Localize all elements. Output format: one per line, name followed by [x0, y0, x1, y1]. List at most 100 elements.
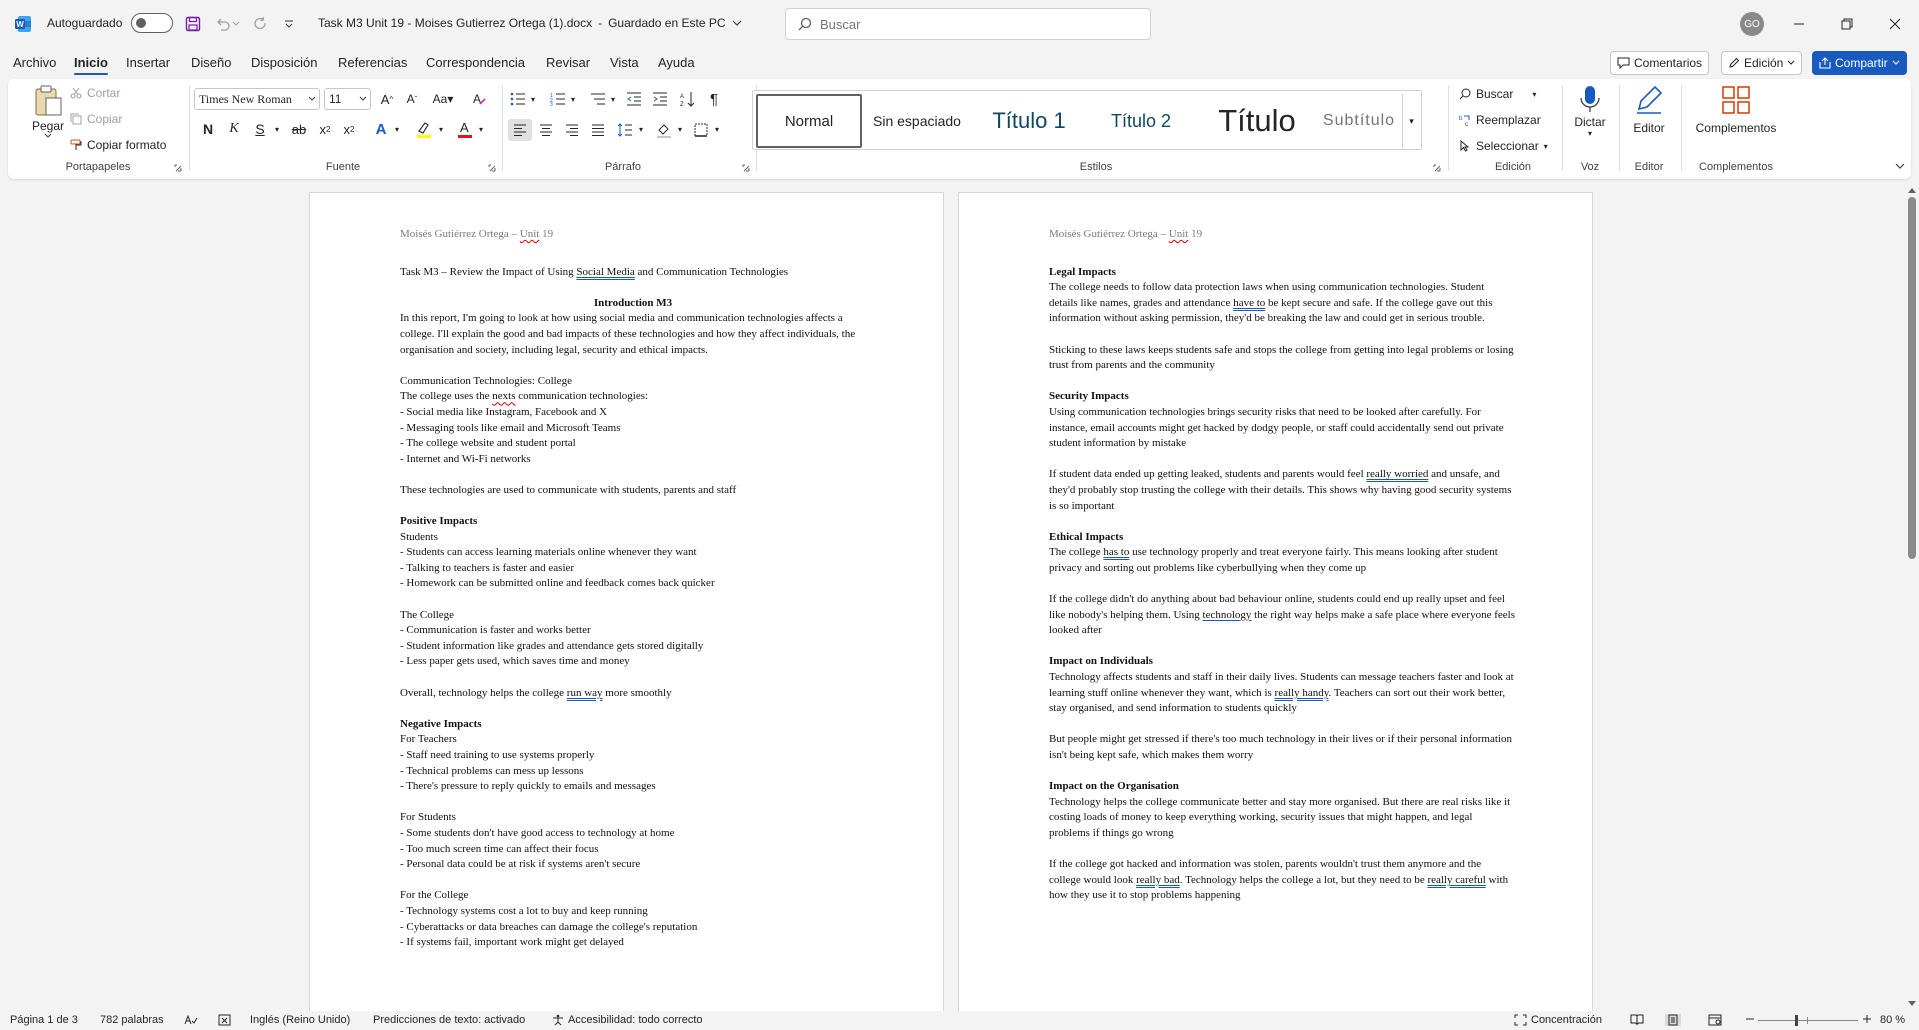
find-button[interactable]: Buscar ▾ [1459, 87, 1536, 101]
document-title[interactable]: Task M3 Unit 19 - Moises Gutierrez Orteg… [318, 16, 742, 30]
line-spacing-dropdown-icon[interactable]: ▾ [636, 119, 646, 139]
change-case-button[interactable]: Aa ▾ [429, 89, 457, 109]
search-input[interactable] [820, 16, 1120, 32]
strikethrough-icon[interactable]: ab [288, 119, 310, 139]
addins-button[interactable]: Complementos [1688, 85, 1784, 135]
line-spacing-icon[interactable] [614, 119, 636, 141]
shrink-font-icon[interactable]: Aˇ [401, 89, 423, 109]
customize-toolbar-icon[interactable] [278, 13, 300, 35]
focus-mode-button[interactable]: Concentración [1514, 1014, 1602, 1026]
replace-button[interactable]: bc Reemplazar [1459, 113, 1541, 127]
dialog-launcher-icon[interactable] [487, 163, 497, 173]
vertical-scrollbar[interactable] [1904, 183, 1919, 1011]
subscript-icon[interactable]: x2 [314, 119, 336, 139]
dialog-launcher-icon[interactable] [1432, 163, 1442, 173]
borders-dropdown-icon[interactable]: ▾ [712, 119, 722, 139]
document-page-1[interactable]: Moisés Gutiérrez Ortega – Unit 19 Task M… [309, 192, 944, 1011]
text-effects-dropdown-icon[interactable]: ▾ [392, 119, 402, 139]
zoom-out-icon[interactable] [1745, 1014, 1755, 1024]
cut-button[interactable]: Cortar [70, 86, 120, 100]
borders-icon[interactable] [690, 119, 712, 141]
decrease-indent-icon[interactable] [624, 89, 644, 109]
font-size-select[interactable]: 11 [324, 88, 371, 110]
collapse-ribbon-icon[interactable] [1893, 159, 1907, 173]
language-indicator[interactable]: Inglés (Reino Unido) [250, 1014, 350, 1026]
comments-button[interactable]: Comentarios [1610, 51, 1710, 75]
editing-mode-button[interactable]: Edición [1721, 51, 1803, 75]
save-icon[interactable] [182, 13, 204, 35]
style-subtitle[interactable]: Subtítulo [1317, 94, 1401, 148]
font-color-icon[interactable]: A [454, 119, 476, 139]
align-right-icon[interactable] [560, 119, 584, 141]
paste-button[interactable]: Pegar [22, 85, 74, 139]
bullets-dropdown-icon[interactable]: ▾ [528, 89, 538, 109]
multilevel-list-icon[interactable] [588, 89, 608, 109]
read-mode-icon[interactable] [1630, 1014, 1644, 1026]
show-formatting-marks-icon[interactable]: ¶ [704, 89, 724, 109]
superscript-icon[interactable]: x2 [338, 119, 360, 139]
zoom-slider-thumb[interactable] [1795, 1015, 1798, 1026]
style-normal[interactable]: Normal [756, 94, 862, 148]
zoom-level[interactable]: 80 % [1880, 1014, 1905, 1026]
word-count[interactable]: 782 palabras [100, 1014, 164, 1026]
align-left-icon[interactable] [508, 119, 532, 141]
scroll-up-icon[interactable] [1907, 185, 1916, 194]
tab-insertar[interactable]: Insertar [126, 55, 170, 70]
tab-correspondencia[interactable]: Correspondencia [426, 55, 525, 70]
dictate-button[interactable]: Dictar ▾ [1570, 85, 1610, 138]
text-predictions-status[interactable]: Predicciones de texto: activado [373, 1014, 525, 1026]
align-center-icon[interactable] [534, 119, 558, 141]
tab-vista[interactable]: Vista [610, 55, 639, 70]
justify-icon[interactable] [586, 119, 610, 141]
dialog-launcher-icon[interactable] [173, 163, 183, 173]
styles-more-icon[interactable]: ▾ [1402, 94, 1420, 148]
zoom-in-icon[interactable] [1862, 1014, 1872, 1024]
increase-indent-icon[interactable] [650, 89, 670, 109]
underline-icon[interactable]: S [250, 119, 270, 139]
style-heading-1[interactable]: Título 1 [974, 94, 1084, 148]
tab-inicio[interactable]: Inicio [74, 55, 108, 75]
redo-icon[interactable] [249, 13, 271, 35]
style-heading-2[interactable]: Título 2 [1088, 94, 1194, 148]
shading-icon[interactable] [653, 119, 675, 141]
undo-dropdown-icon[interactable] [230, 13, 242, 35]
highlight-icon[interactable] [412, 119, 436, 139]
select-button[interactable]: Seleccionar ▾ [1459, 139, 1548, 153]
tab-revisar[interactable]: Revisar [546, 55, 590, 70]
scroll-down-icon[interactable] [1907, 999, 1916, 1008]
sort-icon[interactable]: AZ [678, 89, 698, 109]
underline-dropdown-icon[interactable]: ▾ [272, 119, 282, 139]
minimize-icon[interactable] [1787, 12, 1811, 36]
tab-diseno[interactable]: Diseño [191, 55, 231, 70]
font-name-select[interactable]: Times New Roman [194, 88, 320, 110]
page-count[interactable]: Página 1 de 3 [10, 1014, 78, 1026]
numbering-dropdown-icon[interactable]: ▾ [568, 89, 578, 109]
close-icon[interactable] [1883, 12, 1907, 36]
print-layout-icon[interactable] [1665, 1014, 1681, 1026]
web-layout-icon[interactable] [1708, 1014, 1722, 1026]
numbering-icon[interactable]: 123 [548, 89, 568, 109]
multilevel-dropdown-icon[interactable]: ▾ [608, 89, 618, 109]
font-color-dropdown-icon[interactable]: ▾ [476, 119, 486, 139]
tab-disposicion[interactable]: Disposición [251, 55, 317, 70]
search-box[interactable] [785, 8, 1151, 40]
bullets-icon[interactable] [508, 89, 528, 109]
autosave-toggle[interactable] [131, 13, 173, 33]
zoom-slider[interactable] [1758, 1015, 1858, 1026]
shading-dropdown-icon[interactable]: ▾ [675, 119, 685, 139]
scroll-thumb[interactable] [1908, 197, 1916, 559]
document-workspace[interactable]: Moisés Gutiérrez Ortega – Unit 19 Task M… [0, 183, 1904, 1011]
format-painter-button[interactable]: Copiar formato [70, 138, 166, 152]
tab-ayuda[interactable]: Ayuda [658, 55, 695, 70]
restore-icon[interactable] [1835, 12, 1859, 36]
account-avatar[interactable]: GO [1740, 12, 1764, 36]
tab-referencias[interactable]: Referencias [338, 55, 407, 70]
italic-icon[interactable]: K [224, 119, 244, 139]
style-title[interactable]: Título [1197, 94, 1317, 148]
editor-button[interactable]: Editor [1626, 85, 1672, 135]
bold-icon[interactable]: N [198, 119, 218, 139]
document-page-2[interactable]: Moisés Gutiérrez Ortega – Unit 19 Legal … [958, 192, 1593, 1011]
highlight-dropdown-icon[interactable]: ▾ [436, 119, 446, 139]
clear-formatting-icon[interactable]: A [468, 89, 490, 109]
macro-icon[interactable] [218, 1014, 231, 1026]
